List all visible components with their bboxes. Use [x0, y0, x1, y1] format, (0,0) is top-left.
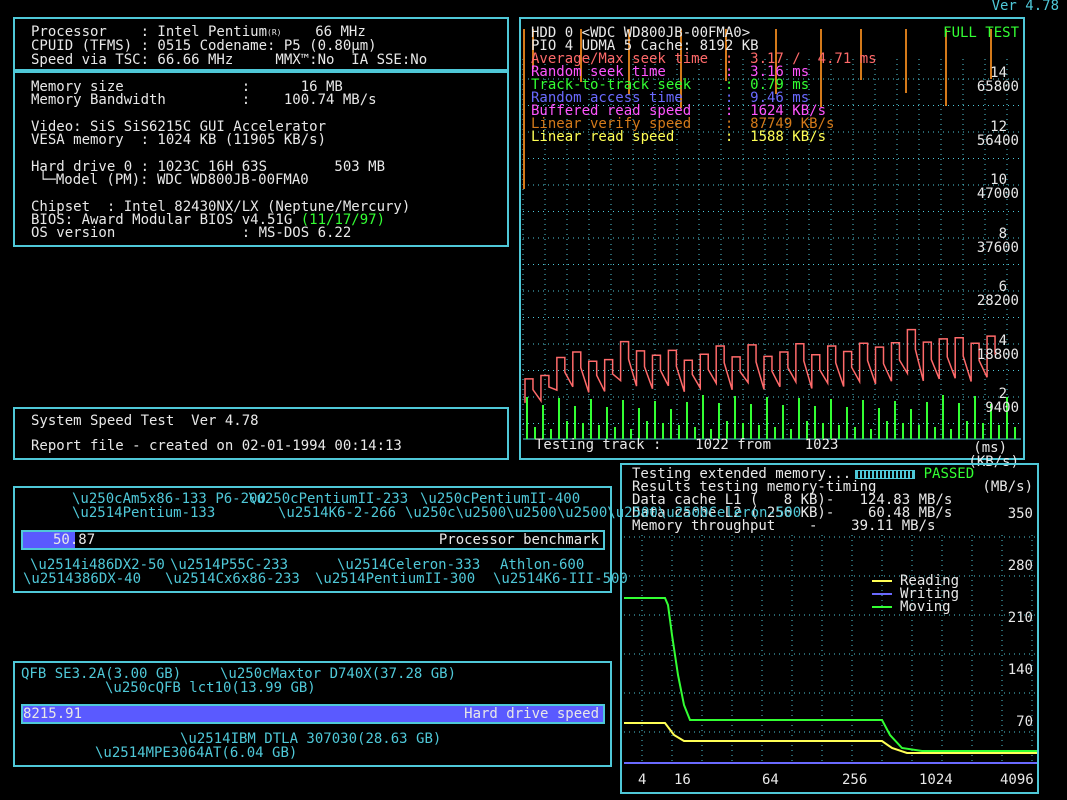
memory-x-label: 4 — [638, 772, 647, 788]
kb-axis-label: 28200 — [976, 293, 1019, 309]
legend-item: Moving — [872, 600, 951, 614]
system-info-panel: Memory size : 16 MB Memory Bandwidth : 1… — [13, 71, 509, 247]
speed-test-panel: System Speed Test Ver 4.78 Report file -… — [13, 407, 509, 460]
ref-k6-2-266: \u2514K6-2-266 — [278, 505, 397, 521]
cpu-benchmark-label: Processor benchmark — [438, 532, 599, 548]
kb-axis-label: 56400 — [976, 132, 1019, 149]
report-file-line: Report file - created on 02-01-1994 00:1… — [31, 438, 402, 454]
memory-y-label: 280 — [1007, 558, 1033, 574]
ms-axis-label: (ms) — [973, 439, 1007, 456]
cpu-benchmark-bar: 50.87 Processor benchmark — [21, 530, 605, 550]
memory-x-label: 16 — [674, 772, 691, 788]
ms-axis-label: 4 — [998, 332, 1007, 349]
memory-x-label: 4096 — [1000, 772, 1034, 788]
ref-pentium-133: \u2514Pentium-133 — [72, 505, 216, 521]
full-test-label: FULL TEST — [943, 25, 1019, 41]
ref-celeron-500: \u250c\u2500\u2500\u2500\u2500\u2500Cele… — [405, 505, 802, 521]
cpu-info-panel: Processor : Intel Pentium(R) 66 MHz CPUI… — [13, 17, 509, 71]
ref-mpe3064at: \u2514MPE3064AT(6.04 GB) — [95, 745, 298, 761]
hdd-result-row: Linear read speed : 1588 KB/s — [531, 129, 827, 145]
legend-swatch — [872, 580, 892, 582]
speed-test-title: System Speed Test Ver 4.78 — [31, 413, 259, 429]
legend-swatch — [872, 593, 892, 595]
legend-swatch — [872, 606, 892, 608]
memory-bandwidth: Memory Bandwidth : 100.74 MB/s — [31, 92, 377, 108]
memory-grid — [624, 535, 1035, 764]
memtest-unit: (MB/s) — [982, 479, 1033, 495]
cpu-benchmark-value: 50.87 — [53, 532, 96, 548]
track-seek-spikes — [526, 395, 1016, 439]
ref-qfb-lct10: \u250cQFB lct10(13.99 GB) — [105, 680, 316, 696]
kb-axis-label: 9400 — [985, 400, 1019, 416]
memory-throughput-line: Memory throughput - 39.11 MB/s — [632, 518, 936, 534]
tsc-line: Speed via TSC: 66.66 MHz MMX™:No IA SSE:… — [31, 52, 428, 68]
reading-line — [624, 722, 1037, 754]
kb-axis-label: 47000 — [976, 186, 1019, 202]
memory-y-label: 70 — [1016, 714, 1033, 730]
version-label: Ver 4.78 — [991, 0, 1059, 14]
ref-k6-iii-500: \u2514K6-III-500 — [493, 571, 628, 587]
os-line: OS version : MS-DOS 6.22 — [31, 225, 352, 241]
memtest-progress — [855, 469, 916, 479]
cpu-benchmark-panel: \u250cAm5x86-133 P6-200 \u250cPentiumII-… — [13, 486, 801, 593]
vesa-line: VESA memory : 1024 KB (11905 KB/s) — [31, 132, 327, 148]
kb-axis-label: 18800 — [976, 346, 1019, 363]
kb-axis-label: 37600 — [976, 239, 1019, 256]
memory-y-label: 210 — [1007, 610, 1033, 626]
hdd-test-panel: HDD 0 <WDC WD800JB-00FMA0> FULL TEST PIO… — [519, 17, 1025, 469]
hdd-benchmark-label: Hard drive speed — [464, 706, 599, 722]
ref-386dx-40: \u2514386DX-40 — [23, 571, 142, 587]
hdd-benchmark-bar: 8215.91 Hard drive speed — [21, 704, 605, 724]
hdd-benchmark-value: 8215.91 — [23, 706, 83, 722]
ref-pentiumii-300: \u2514PentiumII-300 — [315, 571, 476, 587]
hdd-model-line: └─Model (PM): WDC WD800JB-00FMA0 — [39, 172, 309, 188]
memory-x-label: 64 — [762, 772, 779, 788]
moving-line — [624, 597, 1037, 752]
hdd-benchmark-panel: QFB SE3.2A(3.00 GB) \u250cMaxtor D740X(3… — [13, 661, 612, 767]
memory-y-label: 140 — [1007, 662, 1033, 678]
testing-track-status: Testing track : 1022 from 1023 — [535, 437, 839, 453]
passed-label: PASSED — [923, 466, 975, 482]
ms-axis-label: 12 — [990, 118, 1007, 135]
ms-axis-label: 8 — [998, 225, 1007, 242]
memory-y-label: 350 — [1007, 506, 1033, 522]
kb-axis-label: 65800 — [976, 79, 1019, 95]
memory-x-label: 256 — [842, 772, 868, 788]
ref-cx6x86-233: \u2514Cx6x86-233 — [165, 571, 300, 587]
memory-x-label: 1024 — [919, 772, 953, 788]
read-speed-line — [524, 328, 996, 404]
